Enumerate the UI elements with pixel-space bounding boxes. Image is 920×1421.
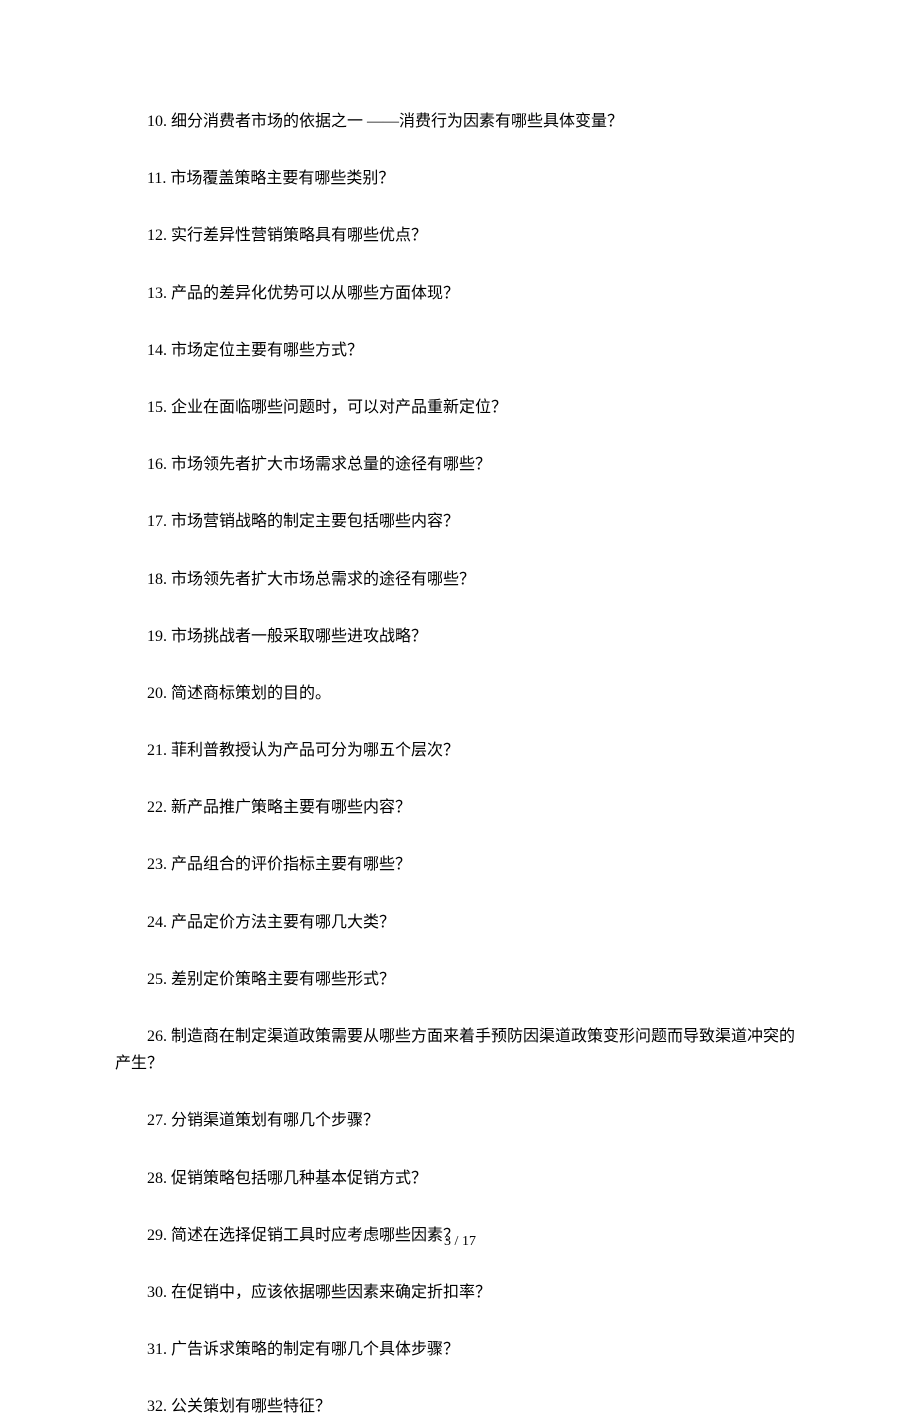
question-text: 新产品推广策略主要有哪些内容？ bbox=[171, 799, 411, 816]
question-text: 实行差异性营销策略具有哪些优点？ bbox=[171, 227, 427, 244]
question-item: 10. 细分消费者市场的依据之一 ——消费行为因素有哪些具体变量？ bbox=[115, 108, 805, 135]
question-item: 32. 公关策划有哪些特征？ bbox=[115, 1393, 805, 1420]
question-item: 25. 差别定价策略主要有哪些形式？ bbox=[115, 966, 805, 993]
question-number: 15. bbox=[147, 399, 167, 416]
question-list: 10. 细分消费者市场的依据之一 ——消费行为因素有哪些具体变量？ 11. 市场覆… bbox=[115, 108, 805, 1421]
question-number: 13. bbox=[147, 285, 167, 302]
question-text: 市场领先者扩大市场总需求的途径有哪些？ bbox=[171, 571, 475, 588]
question-number: 26. bbox=[147, 1028, 167, 1045]
question-number: 18. bbox=[147, 571, 167, 588]
page-current: 3 bbox=[444, 1234, 451, 1249]
question-number: 28. bbox=[147, 1170, 167, 1187]
question-item: 17. 市场营销战略的制定主要包括哪些内容？ bbox=[115, 508, 805, 535]
question-text: 产品的差异化优势可以从哪些方面体现？ bbox=[171, 285, 459, 302]
question-number: 30. bbox=[147, 1284, 167, 1301]
question-number: 11. bbox=[147, 170, 166, 187]
question-item: 23. 产品组合的评价指标主要有哪些？ bbox=[115, 851, 805, 878]
question-text: 简述商标策划的目的。 bbox=[171, 685, 331, 702]
question-number: 16. bbox=[147, 456, 167, 473]
question-item: 16. 市场领先者扩大市场需求总量的途径有哪些？ bbox=[115, 451, 805, 478]
question-text: 促销策略包括哪几种基本促销方式？ bbox=[171, 1170, 427, 1187]
question-number: 14. bbox=[147, 342, 167, 359]
question-item: 12. 实行差异性营销策略具有哪些优点？ bbox=[115, 222, 805, 249]
question-item: 15. 企业在面临哪些问题时，可以对产品重新定位？ bbox=[115, 394, 805, 421]
question-text: 市场定位主要有哪些方式？ bbox=[171, 342, 363, 359]
page-separator: / bbox=[451, 1234, 462, 1249]
question-item: 28. 促销策略包括哪几种基本促销方式？ bbox=[115, 1165, 805, 1192]
question-number: 12. bbox=[147, 227, 167, 244]
question-number: 10. bbox=[147, 113, 167, 130]
question-number: 20. bbox=[147, 685, 167, 702]
question-text: 在促销中，应该依据哪些因素来确定折扣率？ bbox=[171, 1284, 491, 1301]
question-item: 11. 市场覆盖策略主要有哪些类别？ bbox=[115, 165, 805, 192]
question-item: 18. 市场领先者扩大市场总需求的途径有哪些？ bbox=[115, 566, 805, 593]
question-number: 21. bbox=[147, 742, 167, 759]
question-text: 分销渠道策划有哪几个步骤？ bbox=[171, 1112, 379, 1129]
question-text: 广告诉求策略的制定有哪几个具体步骤？ bbox=[171, 1341, 459, 1358]
question-text: 市场营销战略的制定主要包括哪些内容？ bbox=[171, 513, 459, 530]
question-text: 公关策划有哪些特征？ bbox=[171, 1398, 331, 1415]
question-number: 27. bbox=[147, 1112, 167, 1129]
question-number: 25. bbox=[147, 971, 167, 988]
question-text: 企业在面临哪些问题时，可以对产品重新定位？ bbox=[171, 399, 507, 416]
question-item: 26. 制造商在制定渠道政策需要从哪些方面来着手预防因渠道政策变形问题而导致渠道… bbox=[115, 1023, 805, 1077]
question-text: 差别定价策略主要有哪些形式？ bbox=[171, 971, 395, 988]
question-item: 20. 简述商标策划的目的。 bbox=[115, 680, 805, 707]
question-number: 17. bbox=[147, 513, 167, 530]
question-item: 13. 产品的差异化优势可以从哪些方面体现？ bbox=[115, 280, 805, 307]
question-number: 22. bbox=[147, 799, 167, 816]
question-text: 市场覆盖策略主要有哪些类别？ bbox=[170, 170, 394, 187]
question-text: 产品定价方法主要有哪几大类？ bbox=[171, 914, 395, 931]
page-total: 17 bbox=[462, 1234, 476, 1249]
question-item: 31. 广告诉求策略的制定有哪几个具体步骤？ bbox=[115, 1336, 805, 1363]
question-number: 31. bbox=[147, 1341, 167, 1358]
question-item: 24. 产品定价方法主要有哪几大类？ bbox=[115, 909, 805, 936]
question-item: 27. 分销渠道策划有哪几个步骤？ bbox=[115, 1107, 805, 1134]
question-number: 24. bbox=[147, 914, 167, 931]
question-number: 23. bbox=[147, 856, 167, 873]
question-item: 22. 新产品推广策略主要有哪些内容？ bbox=[115, 794, 805, 821]
question-number: 19. bbox=[147, 628, 167, 645]
question-item: 14. 市场定位主要有哪些方式？ bbox=[115, 337, 805, 364]
question-number: 32. bbox=[147, 1398, 167, 1415]
question-text: 市场挑战者一般采取哪些进攻战略？ bbox=[171, 628, 427, 645]
question-item: 21. 菲利普教授认为产品可分为哪五个层次？ bbox=[115, 737, 805, 764]
question-text: 产品组合的评价指标主要有哪些？ bbox=[171, 856, 411, 873]
question-text: 制造商在制定渠道政策需要从哪些方面来着手预防因渠道政策变形问题而导致渠道冲突的产… bbox=[115, 1028, 795, 1072]
question-text: 市场领先者扩大市场需求总量的途径有哪些？ bbox=[171, 456, 491, 473]
question-text: 细分消费者市场的依据之一 ——消费行为因素有哪些具体变量？ bbox=[171, 113, 623, 130]
question-item: 19. 市场挑战者一般采取哪些进攻战略？ bbox=[115, 623, 805, 650]
page-footer: 3 / 17 bbox=[0, 1234, 920, 1250]
question-text: 菲利普教授认为产品可分为哪五个层次？ bbox=[171, 742, 459, 759]
question-item: 30. 在促销中，应该依据哪些因素来确定折扣率？ bbox=[115, 1279, 805, 1306]
